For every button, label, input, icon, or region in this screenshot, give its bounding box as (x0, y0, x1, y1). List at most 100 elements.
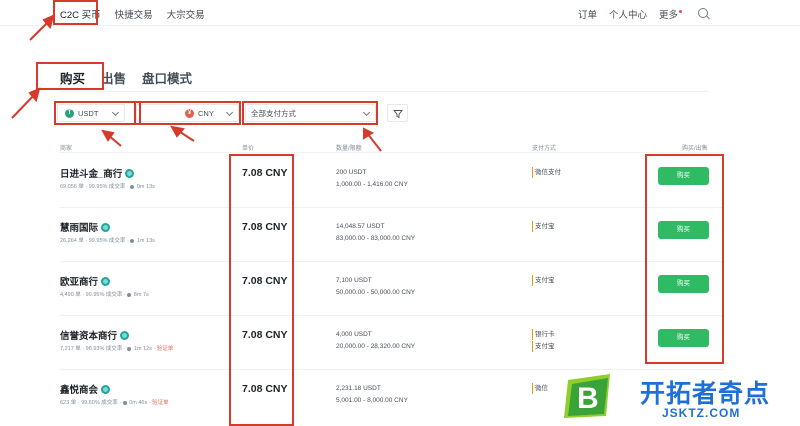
verified-badge-icon (101, 222, 111, 232)
merchant-stats: 7,217 单 · 98.93% 成交率 · 1m 12s · 验证单 (60, 346, 174, 352)
merchant-stats: 26,264 单 · 99.95% 成交率 · 1m 13s (60, 236, 155, 244)
nav-more-label: 更多 (658, 10, 678, 21)
buy-button[interactable]: 购买 (658, 221, 709, 239)
unit-price: 7.08 CNY (242, 329, 288, 341)
nav-more[interactable]: 更多 (659, 7, 682, 21)
buy-button[interactable]: 购买 (658, 329, 709, 347)
row-divider (60, 261, 724, 262)
merchant-stats-text: 69,056 单 · 99.95% 成交率 · (60, 184, 131, 190)
filter-button[interactable] (387, 104, 408, 122)
table-row: 日进斗金_商行 69,056 单 · 99.95% 成交率 · 0m 13s 7… (60, 155, 724, 209)
clock-icon (127, 346, 132, 351)
merchant-stats-text: 623 单 · 99.60% 成交率 · (60, 400, 123, 406)
tab-buy[interactable]: 购买 (60, 68, 85, 87)
amount-fiat-select[interactable]: ¥ CNY (136, 104, 239, 122)
payment-method: 支付宝 (532, 221, 555, 232)
amount-limit: 14,048.57 USDT 83,000.00 - 83,000.00 CNY (336, 221, 415, 245)
top-nav-right: 订单 个人中心 更多 (578, 7, 682, 21)
merchant-stats-text: 26,264 单 · 99.95% 成交率 · (60, 238, 131, 244)
merchant-name[interactable]: 信誉资本商行 (60, 328, 130, 342)
top-navigation: C2C 买币 快捷交易 大宗交易 订单 个人中心 更多 (0, 0, 800, 26)
merchant-name-text: 日进斗金_商行 (60, 169, 123, 180)
header-payment: 支付方式 (532, 146, 557, 152)
verified-badge-icon (101, 384, 111, 394)
verified-badge-icon (120, 330, 130, 340)
merchant-name[interactable]: 欧亚商行 (60, 274, 111, 288)
payment-method: 银行卡 (532, 329, 555, 340)
nav-orders[interactable]: 订单 (578, 7, 597, 21)
payment-methods: 支付宝 (532, 221, 555, 233)
payment-methods: 银行卡 支付宝 (532, 329, 555, 353)
merchant-stats-text: 4,490 单 · 99.95% 成交率 · (60, 292, 128, 298)
order-limit: 50,000.00 - 50,000.00 CNY (336, 289, 416, 296)
chevron-down-icon (362, 108, 371, 117)
available-amount: 7,100 USDT (336, 277, 372, 284)
table-row: 慧雨国际 26,264 单 · 99.95% 成交率 · 1m 13s 7.08… (60, 209, 724, 263)
asset-select[interactable]: T USDT (57, 104, 125, 122)
clock-icon (127, 292, 132, 297)
header-trade: 购买/出售 (682, 146, 708, 152)
usdt-coin-icon: T (65, 108, 74, 118)
amount-limit: 2,231.18 USDT 5,001.00 - 8,000.00 CNY (336, 383, 408, 407)
nav-block-trade[interactable]: 大宗交易 (167, 7, 205, 21)
available-amount: 4,000 USDT (336, 331, 372, 338)
row-divider (60, 315, 724, 316)
tab-orderbook-mode[interactable]: 盘口模式 (142, 68, 192, 87)
watermark-mark-letter: B (577, 382, 599, 415)
merchant-stats: 623 单 · 99.60% 成交率 · 0m 46s · 验证单 (60, 400, 169, 406)
merchant-stats: 4,490 单 · 99.95% 成交率 · 8m 7s (60, 290, 149, 298)
merchant-time: 8m 7s (133, 292, 149, 298)
chevron-down-icon (225, 108, 234, 117)
clock-icon (130, 184, 135, 189)
watermark-subtitle: JSKTZ.COM (662, 406, 741, 420)
payment-methods: 微信 (532, 383, 548, 395)
verified-badge-icon (101, 276, 111, 286)
merchant-name[interactable]: 鑫悦商会 (60, 382, 111, 396)
merchant-name[interactable]: 日进斗金_商行 (60, 166, 135, 180)
payment-select-value: 全部支付方式 (251, 108, 296, 118)
merchant-time: 1m 12s (133, 346, 152, 352)
merchant-time: 0m 46s (129, 400, 148, 406)
merchant-time: 1m 13s (136, 238, 155, 244)
unit-price: 7.08 CNY (242, 275, 288, 287)
nav-user-center[interactable]: 个人中心 (609, 7, 647, 21)
payment-methods: 微信支付 (532, 167, 561, 179)
verification-tag: 验证单 (156, 346, 174, 352)
watermark-title: 开拓者奇点 (640, 380, 771, 408)
order-limit: 20,000.00 - 28,320.00 CNY (336, 343, 416, 350)
merchant-stats: 69,056 单 · 99.95% 成交率 · 0m 13s (60, 182, 155, 190)
merchant-time: 0m 13s (136, 184, 155, 190)
merchant-name-text: 信誉资本商行 (60, 331, 118, 342)
payment-methods: 支付宝 (532, 275, 555, 287)
buy-button[interactable]: 购买 (658, 275, 709, 293)
order-limit: 5,001.00 - 8,000.00 CNY (336, 397, 408, 404)
table-row: 信誉资本商行 7,217 单 · 98.93% 成交率 · 1m 12s · 验… (60, 317, 724, 371)
verification-tag: 验证单 (152, 400, 169, 406)
verified-badge-icon (125, 168, 135, 178)
merchant-name[interactable]: 慧雨国际 (60, 220, 111, 234)
amount-limit: 4,000 USDT 20,000.00 - 28,320.00 CNY (336, 329, 415, 353)
available-amount: 200 USDT (336, 169, 367, 176)
trade-tabs: 购买 出售 盘口模式 (60, 68, 192, 87)
available-amount: 14,048.57 USDT (336, 223, 385, 230)
header-price: 单价 (242, 146, 255, 152)
nav-quick-trade[interactable]: 快捷交易 (115, 7, 153, 21)
notification-dot-icon (679, 10, 682, 13)
merchant-name-text: 慧雨国际 (60, 223, 99, 234)
buy-button[interactable]: 购买 (658, 167, 709, 185)
merchant-name-text: 欧亚商行 (60, 277, 99, 288)
asset-select-value: USDT (78, 108, 99, 118)
nav-c2c-buy[interactable]: C2C 买币 (60, 7, 101, 21)
cny-currency-icon: ¥ (185, 108, 194, 118)
payment-method-select[interactable]: 全部支付方式 (245, 104, 376, 122)
search-icon[interactable] (698, 8, 708, 18)
chevron-down-icon (111, 108, 120, 117)
payment-method: 支付宝 (532, 341, 555, 352)
row-divider (60, 207, 724, 208)
tab-sell[interactable]: 出售 (101, 68, 126, 87)
header-amount-limit: 数量/限额 (336, 146, 362, 152)
payment-method: 微信支付 (532, 167, 561, 178)
payment-method: 支付宝 (532, 275, 555, 286)
row-divider (60, 152, 724, 153)
clock-icon (130, 238, 135, 243)
